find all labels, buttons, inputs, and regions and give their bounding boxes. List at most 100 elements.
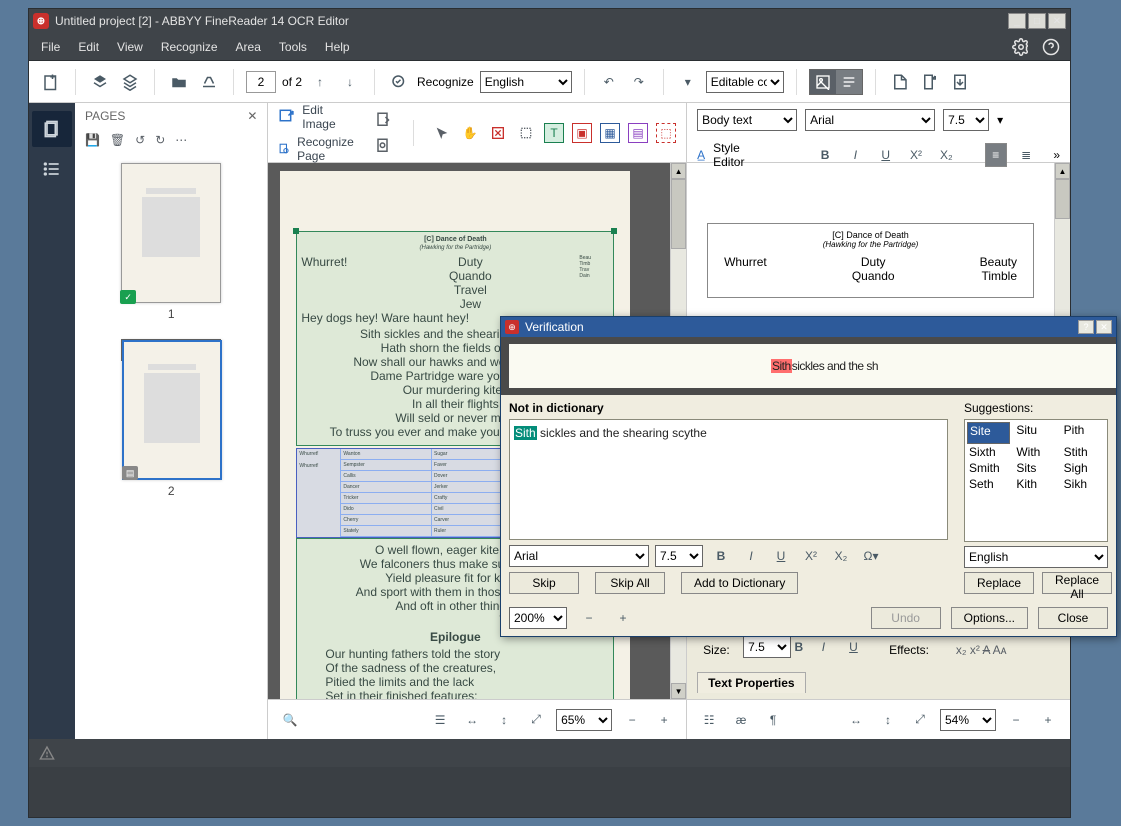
pages-delete-icon[interactable]: 🗑: [110, 133, 125, 147]
suggestions-list[interactable]: Site Situ Pith Sixth With Stith Smith Si…: [964, 419, 1108, 542]
suggestion-item[interactable]: Site: [967, 422, 1010, 444]
more-format-icon[interactable]: »: [1053, 148, 1060, 162]
show-pilcrow-icon[interactable]: ¶: [761, 708, 785, 732]
save-button[interactable]: [888, 70, 912, 94]
recognize-icon[interactable]: [387, 70, 411, 94]
replace-button[interactable]: Replace: [964, 572, 1034, 594]
view-image-button[interactable]: [810, 70, 836, 94]
zoom-tool-icon[interactable]: 🔍: [278, 708, 302, 732]
suggestion-item[interactable]: Sikh: [1062, 476, 1105, 492]
undo-button[interactable]: Undo: [871, 607, 941, 629]
warning-icon[interactable]: [39, 745, 55, 761]
close-button[interactable]: ✕: [1048, 13, 1066, 29]
undo-button[interactable]: ↶: [597, 70, 621, 94]
send-button[interactable]: [918, 70, 942, 94]
suggestion-item[interactable]: With: [1014, 444, 1057, 460]
add-to-dictionary-button[interactable]: Add to Dictionary: [681, 572, 798, 594]
tp-sub-icon[interactable]: x₂: [956, 643, 967, 657]
help-icon[interactable]: [1042, 38, 1060, 56]
menu-help[interactable]: Help: [323, 36, 352, 58]
skip-all-button[interactable]: Skip All: [595, 572, 665, 594]
menu-tools[interactable]: Tools: [277, 36, 309, 58]
r-fit-page-icon[interactable]: ⤢: [908, 708, 932, 732]
tp-case-icon[interactable]: Aᴀ: [993, 643, 1007, 657]
pages-rotate-left-icon[interactable]: ↺: [135, 133, 145, 147]
dlg-underline-button[interactable]: U: [769, 544, 793, 568]
text-expand-icon[interactable]: ▾: [997, 113, 1003, 127]
replace-all-button[interactable]: Replace All: [1042, 572, 1112, 594]
dictionary-lang-select[interactable]: English: [964, 546, 1108, 568]
style-select[interactable]: Body text: [697, 109, 797, 131]
next-page-button[interactable]: ↓: [338, 70, 362, 94]
output-format-select[interactable]: Editable co: [706, 71, 784, 93]
maximize-button[interactable]: □: [1028, 13, 1046, 29]
menu-edit[interactable]: Edit: [76, 36, 101, 58]
scan-button[interactable]: [197, 70, 221, 94]
r-fit-width-icon[interactable]: ↔: [844, 708, 868, 732]
open-button[interactable]: [118, 70, 142, 94]
dlg-size-select[interactable]: 7.5: [655, 545, 703, 567]
suggestion-item[interactable]: Kith: [1014, 476, 1057, 492]
tp-sup-icon[interactable]: x²: [970, 643, 980, 657]
nav-list[interactable]: [32, 151, 72, 187]
folder-button[interactable]: [167, 70, 191, 94]
tp-bold-button[interactable]: B: [794, 640, 818, 664]
menu-recognize[interactable]: Recognize: [159, 36, 220, 58]
suggestion-item[interactable]: Smith: [967, 460, 1010, 476]
show-lines-icon[interactable]: ☷: [697, 708, 721, 732]
settings-icon[interactable]: [1012, 38, 1030, 56]
text-area-icon[interactable]: T: [544, 123, 564, 143]
recognize-page-button[interactable]: Recognize Page: [278, 135, 359, 163]
analyze-layout-icon[interactable]: [373, 109, 395, 131]
dlg-omega-button[interactable]: Ω▾: [859, 544, 883, 568]
pages-save-icon[interactable]: 💾: [85, 133, 100, 147]
dialog-titlebar[interactable]: ⊕ Verification ? ✕: [501, 317, 1116, 337]
hand-tool-icon[interactable]: ✋: [460, 123, 480, 143]
pages-rotate-right-icon[interactable]: ↻: [155, 133, 165, 147]
prev-page-button[interactable]: ↑: [308, 70, 332, 94]
tp-italic-button[interactable]: I: [822, 640, 846, 664]
tp-strike-icon[interactable]: A: [983, 643, 990, 657]
delete-area-icon[interactable]: [488, 123, 508, 143]
dlg-zoom-out-icon[interactable]: −: [577, 606, 601, 630]
suggestion-item[interactable]: Situ: [1014, 422, 1057, 444]
nav-pages[interactable]: [32, 111, 72, 147]
zoom-out-icon[interactable]: −: [620, 708, 644, 732]
font-select[interactable]: Arial: [805, 109, 935, 131]
dlg-zoom-in-icon[interactable]: +: [611, 606, 635, 630]
text-properties-tab[interactable]: Text Properties: [697, 672, 805, 693]
menu-area[interactable]: Area: [234, 36, 263, 58]
dropdown-button[interactable]: ▾: [676, 70, 700, 94]
fit-page-icon[interactable]: ⤢: [524, 708, 548, 732]
minimize-button[interactable]: _: [1008, 13, 1026, 29]
tp-underline-button[interactable]: U: [849, 640, 873, 664]
export-button[interactable]: [948, 70, 972, 94]
fit-height-icon[interactable]: ↕: [492, 708, 516, 732]
dlg-sub-button[interactable]: X₂: [829, 544, 853, 568]
page-thumbnail-2[interactable]: ▤ 2: [121, 339, 221, 361]
suggestion-item[interactable]: Sits: [1014, 460, 1057, 476]
add-pages-button[interactable]: [88, 70, 112, 94]
fit-width-icon[interactable]: ↔: [460, 708, 484, 732]
suggestion-item[interactable]: Stith: [1062, 444, 1105, 460]
table-area-icon[interactable]: ▦: [600, 123, 620, 143]
tp-size-select[interactable]: 7.5: [743, 636, 791, 658]
dlg-zoom-select[interactable]: 200%: [509, 607, 567, 629]
right-zoom-select[interactable]: 54%: [940, 709, 996, 731]
picture-area-icon[interactable]: ▣: [572, 123, 592, 143]
dialog-help-button[interactable]: ?: [1078, 320, 1094, 334]
suggestion-item[interactable]: Sigh: [1062, 460, 1105, 476]
menu-file[interactable]: File: [39, 36, 62, 58]
pointer-tool-icon[interactable]: [432, 123, 452, 143]
new-project-button[interactable]: [39, 70, 63, 94]
correction-textbox[interactable]: Sith sickles and the shearing scythe: [509, 419, 948, 540]
suggestion-item[interactable]: Sixth: [967, 444, 1010, 460]
suggestion-item[interactable]: Seth: [967, 476, 1010, 492]
close-dialog-button[interactable]: Close: [1038, 607, 1108, 629]
show-chars-icon[interactable]: æ: [729, 708, 753, 732]
r-zoom-in-icon[interactable]: +: [1036, 708, 1060, 732]
edit-image-button[interactable]: Edit Image: [278, 103, 359, 131]
analyze-table-icon[interactable]: [373, 135, 395, 157]
menu-view[interactable]: View: [115, 36, 145, 58]
options-button[interactable]: Options...: [951, 607, 1028, 629]
